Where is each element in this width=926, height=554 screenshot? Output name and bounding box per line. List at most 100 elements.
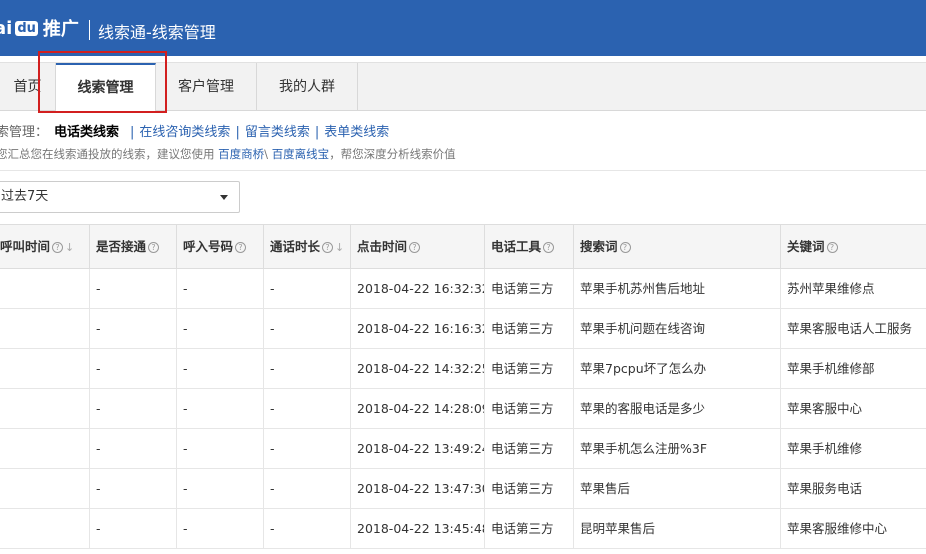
help-icon[interactable]: ? xyxy=(826,242,838,253)
col-header-click-time: 点击时间? xyxy=(351,225,485,269)
nav-separator: | xyxy=(235,125,240,140)
cell-phone-tool: 电话第三方 xyxy=(485,509,574,549)
cell-connected: - xyxy=(90,509,177,549)
cell-search-term: 昆明苹果售后 xyxy=(574,509,781,549)
header-divider xyxy=(89,20,90,40)
sort-arrow-icon[interactable]: ↓ xyxy=(335,241,344,254)
date-range-select[interactable]: 过去7天 xyxy=(0,181,240,213)
cell-phone-tool: 电话第三方 xyxy=(485,309,574,349)
cell-call-time xyxy=(0,269,90,309)
cell-caller-number: - xyxy=(177,469,264,509)
cell-click-time: 2018-04-22 16:32:32 xyxy=(351,269,485,309)
col-header-search-term: 搜索词? xyxy=(574,225,781,269)
cell-call-duration: - xyxy=(264,389,351,429)
cell-search-term: 苹果手机怎么注册%3F xyxy=(574,429,781,469)
phone-leads-table: 呼叫时间? ↓ 是否接通? 呼入号码? 通话时长? ↓ 点击时间? 电话工具? 搜索… xyxy=(0,224,926,549)
logo-sub-text: 推广 xyxy=(42,19,79,40)
cell-caller-number: - xyxy=(177,349,264,389)
help-icon[interactable]: ? xyxy=(619,242,631,253)
cell-call-duration: - xyxy=(264,429,351,469)
lead-type-form-link[interactable]: 表单类线索 xyxy=(324,125,389,140)
lead-type-message-link[interactable]: 留言类线索 xyxy=(245,125,310,140)
table-body: - - -2018-04-22 16:32:32 电话第三方 苹果手机苏州售后地址 苏州苹… xyxy=(0,269,926,549)
tip-text-before: 您汇总您在线索通投放的线索，建议您使用 xyxy=(0,147,219,161)
cell-phone-tool: 电话第三方 xyxy=(485,389,574,429)
tab-my-audience[interactable]: 我的人群 xyxy=(257,63,358,111)
tab-customer-management[interactable]: 客户管理 xyxy=(156,63,257,111)
cell-call-time xyxy=(0,349,90,389)
cell-search-term: 苹果售后 xyxy=(574,469,781,509)
lead-type-nav-label: 索管理： xyxy=(0,125,49,140)
cell-call-time xyxy=(0,509,90,549)
help-icon[interactable]: ? xyxy=(543,242,555,253)
table-header: 呼叫时间? ↓ 是否接通? 呼入号码? 通话时长? ↓ 点击时间? 电话工具? 搜索… xyxy=(0,225,926,269)
cell-connected: - xyxy=(90,389,177,429)
cell-caller-number: - xyxy=(177,269,264,309)
sort-arrow-icon[interactable]: ↓ xyxy=(65,241,74,254)
cell-phone-tool: 电话第三方 xyxy=(485,269,574,309)
cell-caller-number: - xyxy=(177,309,264,349)
cell-keyword: 苹果手机维修 xyxy=(787,441,863,456)
table-row: - - -2018-04-22 14:28:09 电话第三方 苹果的客服电话是多少 苹果客… xyxy=(0,389,926,429)
cell-click-time: 2018-04-22 14:28:09 xyxy=(351,389,485,429)
cell-keyword: 苹果服务电话 xyxy=(787,481,863,496)
tip-text-between: \ xyxy=(264,147,272,161)
cell-connected: - xyxy=(90,429,177,469)
date-range-value: 过去7天 xyxy=(1,189,49,204)
cell-click-time: 2018-04-22 13:47:30 xyxy=(351,469,485,509)
cell-phone-tool: 电话第三方 xyxy=(485,429,574,469)
top-header: ai du 推广 线索通-线索管理 xyxy=(0,0,926,56)
cell-call-duration: - xyxy=(264,309,351,349)
cell-search-term: 苹果7pcpu坏了怎么办 xyxy=(574,349,781,389)
cell-keyword: 苹果客服电话人工服务 xyxy=(787,321,913,336)
table-row: - - -2018-04-22 16:32:32 电话第三方 苹果手机苏州售后地址 苏州苹… xyxy=(0,269,926,309)
help-icon[interactable]: ? xyxy=(322,242,334,253)
lead-type-phone-current[interactable]: 电话类线索 xyxy=(54,125,119,140)
help-icon[interactable]: ? xyxy=(409,242,421,253)
cell-search-term: 苹果的客服电话是多少 xyxy=(574,389,781,429)
tip-text: 您汇总您在线索通投放的线索，建议您使用 百度商桥\ 百度离线宝，帮您深度分析线索… xyxy=(0,146,456,162)
lead-type-nav: 索管理： 电话类线索 | 在线咨询类线索 | 留言类线索 | 表单类线索 xyxy=(0,121,389,140)
cell-connected: - xyxy=(90,469,177,509)
table-row: - - -2018-04-22 14:32:25 电话第三方 苹果7pcpu坏了怎么办苹… xyxy=(0,349,926,389)
caret-down-icon xyxy=(220,195,228,200)
table-row: - - -2018-04-22 13:47:30 电话第三方 苹果售后 苹果服务电话 xyxy=(0,469,926,509)
tab-lead-management[interactable]: 线索管理 xyxy=(56,63,156,112)
cell-call-time xyxy=(0,429,90,469)
logo-du-badge: du xyxy=(15,20,38,36)
cell-search-term: 苹果手机苏州售后地址 xyxy=(574,269,781,309)
lead-type-online-chat-link[interactable]: 在线咨询类线索 xyxy=(139,125,230,140)
cell-caller-number: - xyxy=(177,429,264,469)
baidu-lixianbao-link[interactable]: 百度离线宝 xyxy=(272,147,330,161)
nav-separator: | xyxy=(314,125,320,140)
table-row: - - -2018-04-22 13:45:48 电话第三方 昆明苹果售后 苹果客服维修中… xyxy=(0,509,926,549)
cell-connected: - xyxy=(90,309,177,349)
cell-search-term: 苹果手机问题在线咨询 xyxy=(574,309,781,349)
col-header-call-duration[interactable]: 通话时长? ↓ xyxy=(264,225,351,269)
cell-click-time: 2018-04-22 13:45:48 xyxy=(351,509,485,549)
cell-connected: - xyxy=(90,269,177,309)
help-icon[interactable]: ? xyxy=(52,242,64,253)
baidu-tuiguang-logo[interactable]: ai du 推广 xyxy=(0,14,79,42)
cell-keyword: 苹果手机维修部 xyxy=(787,361,875,376)
tab-home[interactable]: 首页 xyxy=(0,63,56,111)
section-divider xyxy=(0,170,926,171)
baidu-shangqiao-link[interactable]: 百度商桥 xyxy=(218,147,264,161)
cell-keyword: 苹果客服维修中心 xyxy=(787,521,888,536)
nav-separator: | xyxy=(130,125,135,140)
help-icon[interactable]: ? xyxy=(148,242,160,253)
cell-click-time: 2018-04-22 14:32:25 xyxy=(351,349,485,389)
cell-call-time xyxy=(0,469,90,509)
cell-call-time xyxy=(0,389,90,429)
col-header-call-time[interactable]: 呼叫时间? ↓ xyxy=(0,225,90,269)
table-row: - - -2018-04-22 16:16:32 电话第三方 苹果手机问题在线咨询 苹果客… xyxy=(0,309,926,349)
logo-text: ai xyxy=(0,17,13,39)
col-header-caller-number: 呼入号码? xyxy=(177,225,264,269)
cell-caller-number: - xyxy=(177,389,264,429)
cell-call-duration: - xyxy=(264,469,351,509)
help-icon[interactable]: ? xyxy=(235,242,247,253)
col-header-keyword: 关键词? xyxy=(781,225,926,269)
cell-call-duration: - xyxy=(264,349,351,389)
cell-click-time: 2018-04-22 16:16:32 xyxy=(351,309,485,349)
cell-call-duration: - xyxy=(264,269,351,309)
